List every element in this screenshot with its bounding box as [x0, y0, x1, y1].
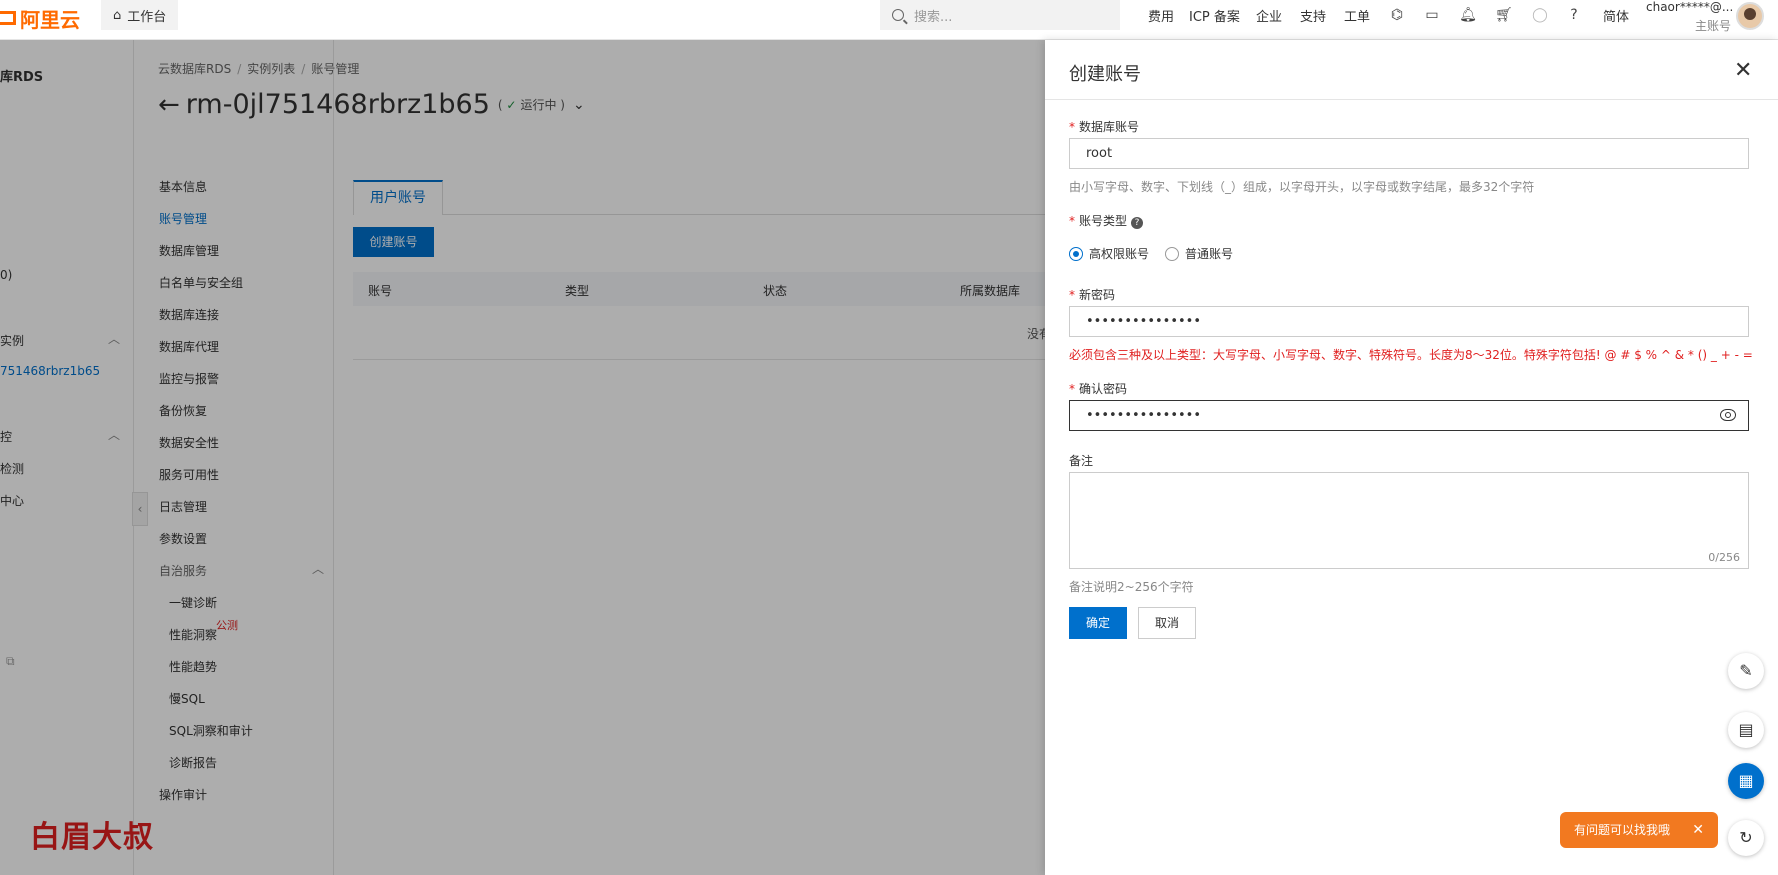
bulb-icon[interactable]: ◯: [1531, 6, 1549, 24]
remark-label: 备注: [1069, 454, 1094, 468]
nav-enterprise[interactable]: 企业: [1256, 6, 1282, 25]
confirm-label: * 确认密码: [1069, 380, 1127, 397]
confirm-button[interactable]: 确定: [1069, 607, 1127, 639]
logo-icon: [0, 11, 16, 25]
top-bar: 阿里云 ⌂ 工作台 搜索... 费用 ICP 备案 企业 支持 工单 ⌬ ▭ 🔔︎…: [0, 0, 1778, 40]
modal-overlay[interactable]: [0, 40, 1045, 875]
password-label-text: 新密码: [1079, 288, 1116, 302]
required-mark: *: [1069, 214, 1075, 228]
edit-icon[interactable]: ✎: [1728, 653, 1764, 689]
required-mark: *: [1069, 382, 1075, 396]
remark-hint: 备注说明2~256个字符: [1069, 580, 1194, 594]
required-mark: *: [1069, 288, 1075, 302]
cart-icon[interactable]: 🛒︎: [1495, 6, 1513, 24]
eye-icon[interactable]: [1720, 409, 1736, 421]
search-input[interactable]: 搜索...: [880, 0, 1120, 30]
search-placeholder: 搜索...: [914, 9, 953, 25]
remark-textarea[interactable]: 0/256: [1069, 472, 1749, 569]
help-bubble[interactable]: 有问题可以找我哦 ✕: [1560, 812, 1718, 848]
bell-icon[interactable]: 🔔︎: [1459, 6, 1477, 24]
create-account-drawer: 创建账号 ✕ * 数据库账号 root 由小写字母、数字、下划线（_）组成，以字母…: [1045, 40, 1778, 875]
remark-counter: 0/256: [1708, 551, 1740, 564]
terminal-icon[interactable]: ▭: [1423, 6, 1441, 24]
refresh-icon[interactable]: ↻: [1728, 820, 1764, 856]
user-name[interactable]: chaor*****@...: [1646, 0, 1733, 14]
account-type-group: 高权限账号 普通账号: [1069, 245, 1233, 262]
nav-ticket[interactable]: 工单: [1344, 6, 1370, 25]
type-label-text: 账号类型: [1079, 214, 1128, 228]
workspace-label: 工作台: [127, 9, 167, 25]
radio-normal-label[interactable]: 普通账号: [1185, 245, 1233, 262]
help-bubble-text: 有问题可以找我哦: [1574, 823, 1671, 837]
account-hint: 由小写字母、数字、下划线（_）组成，以字母开头，以字母或数字结尾，最多32个字符: [1069, 180, 1535, 194]
language-switch[interactable]: 简体: [1603, 6, 1629, 25]
drawer-header: 创建账号 ✕: [1045, 40, 1778, 100]
required-mark: *: [1069, 120, 1075, 134]
code-icon[interactable]: ⌬: [1388, 6, 1406, 24]
aliyun-logo[interactable]: 阿里云: [0, 6, 80, 32]
workspace-button[interactable]: ⌂ 工作台: [101, 0, 179, 30]
help-icon[interactable]: ?: [1565, 6, 1583, 24]
account-label-text: 数据库账号: [1079, 120, 1140, 134]
user-role: 主账号: [1695, 19, 1732, 33]
radio-super-label[interactable]: 高权限账号: [1089, 245, 1149, 262]
nav-support[interactable]: 支持: [1300, 6, 1326, 25]
confirm-password-value: •••••••••••••••: [1086, 408, 1202, 423]
password-hint: 必须包含三种及以上类型：大写字母、小写字母、数字、特殊符号。长度为8～32位。特…: [1069, 348, 1753, 362]
confirm-label-text: 确认密码: [1079, 382, 1128, 396]
radio-super-account[interactable]: [1069, 246, 1083, 261]
password-field[interactable]: •••••••••••••••: [1069, 306, 1749, 337]
home-icon: ⌂: [113, 7, 122, 23]
confirm-password-field[interactable]: •••••••••••••••: [1069, 400, 1749, 431]
radio-normal-account[interactable]: [1165, 246, 1180, 261]
close-icon[interactable]: ✕: [1734, 60, 1752, 82]
chat-icon[interactable]: ▤: [1728, 712, 1764, 748]
account-label: * 数据库账号: [1069, 118, 1139, 135]
nav-fees[interactable]: 费用: [1148, 6, 1174, 25]
password-label: * 新密码: [1069, 286, 1115, 303]
account-field[interactable]: root: [1069, 138, 1749, 169]
nav-icp[interactable]: ICP 备案: [1189, 6, 1240, 25]
avatar[interactable]: [1736, 2, 1764, 30]
question-icon[interactable]: ?: [1131, 217, 1144, 229]
drawer-title: 创建账号: [1069, 64, 1141, 85]
close-icon[interactable]: ✕: [1692, 812, 1704, 848]
search-icon: [892, 9, 904, 21]
apps-icon[interactable]: ▦: [1728, 763, 1764, 799]
cancel-button[interactable]: 取消: [1138, 607, 1196, 639]
logo-text: 阿里云: [20, 7, 80, 32]
type-label: * 账号类型?: [1069, 212, 1144, 229]
